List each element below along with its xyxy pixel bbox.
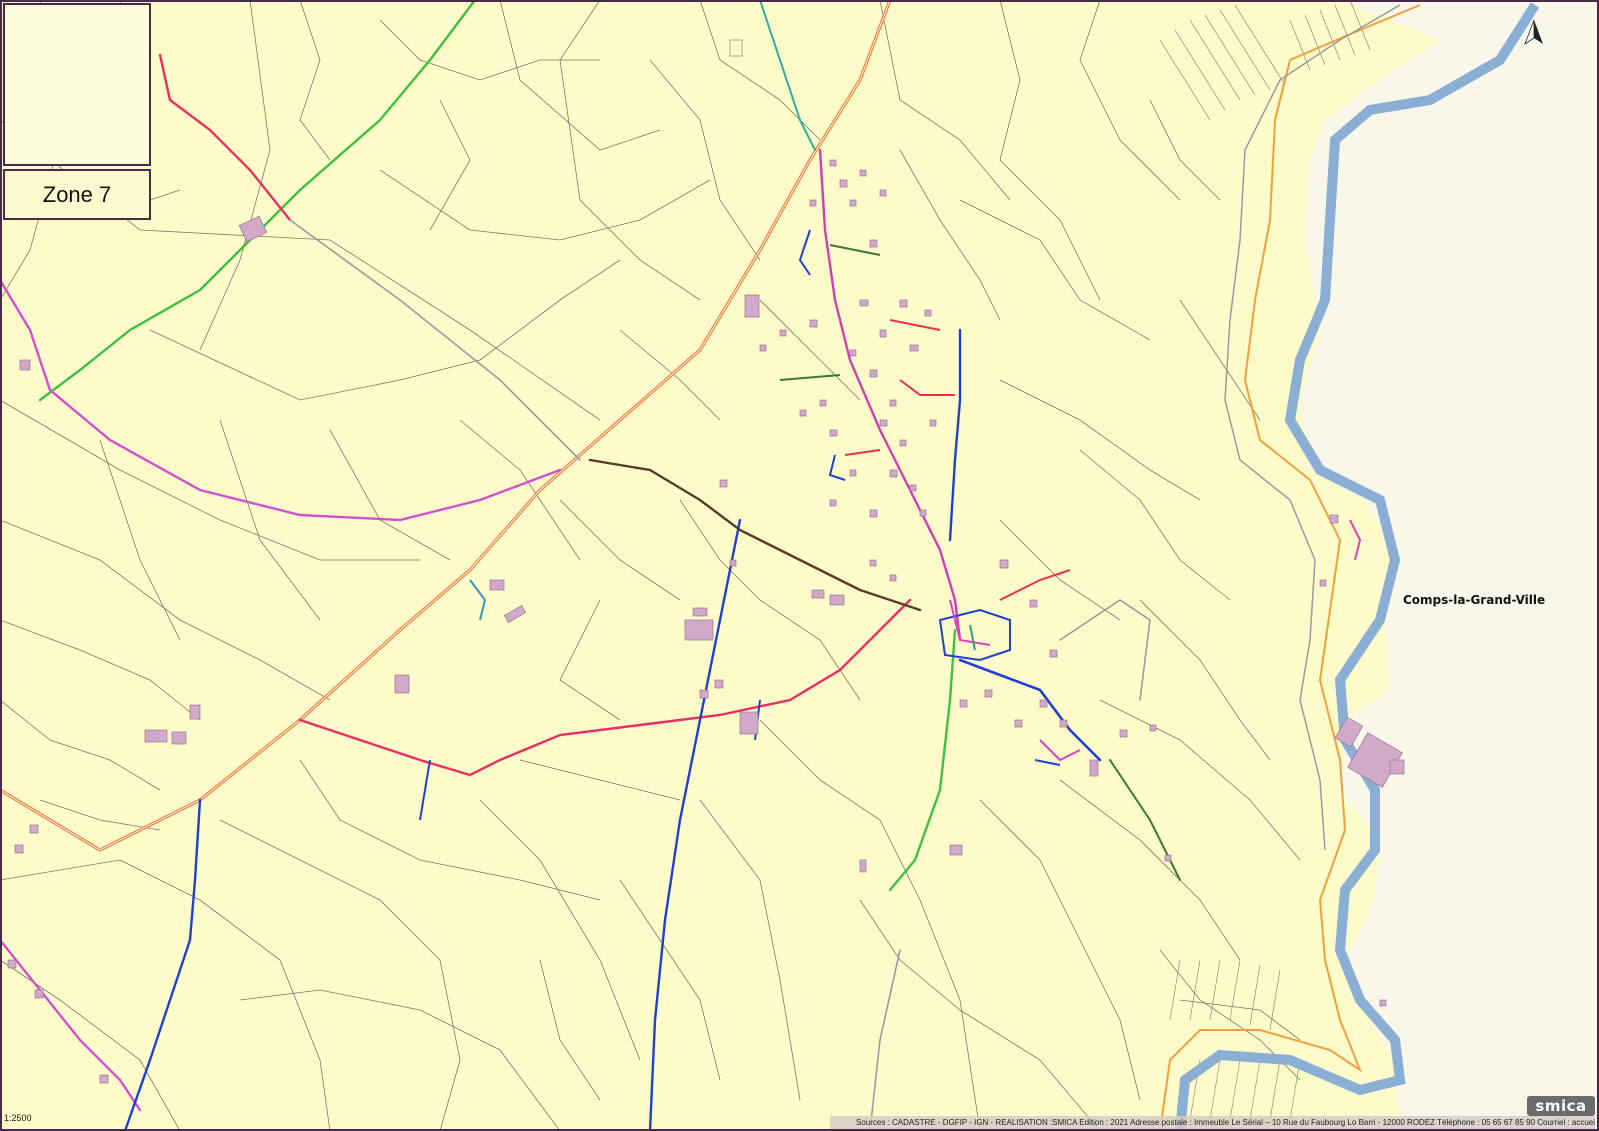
road-red-nw bbox=[158, 53, 292, 222]
road-brown bbox=[588, 458, 922, 612]
north-arrow-icon bbox=[1524, 19, 1543, 46]
road-magenta bbox=[0, 278, 562, 522]
road-green-south bbox=[888, 628, 957, 892]
cadastral-map[interactable] bbox=[0, 0, 1599, 1131]
sources-footer: Sources : CADASTRE - DGFIP - IGN - REALI… bbox=[830, 1116, 1595, 1129]
road-darkgreen bbox=[1109, 759, 1181, 881]
scale-label: 1:2500 bbox=[4, 1113, 32, 1123]
overview-inset bbox=[3, 3, 151, 166]
road-teal bbox=[759, 0, 816, 151]
buildings bbox=[7, 39, 1405, 1084]
road-red bbox=[298, 598, 912, 777]
road-blue-east bbox=[958, 658, 1102, 762]
road-magenta-sw bbox=[0, 938, 142, 1112]
zone-label: Zone 7 bbox=[3, 169, 151, 220]
smica-logo: smica bbox=[1527, 1096, 1595, 1116]
village-streets bbox=[419, 229, 1362, 821]
parcel-lines bbox=[0, 0, 1301, 1131]
road-blue-sw bbox=[123, 798, 202, 1131]
road-blue-village bbox=[948, 328, 962, 542]
place-name-label: Comps-la-Grand-Ville bbox=[1403, 593, 1546, 607]
